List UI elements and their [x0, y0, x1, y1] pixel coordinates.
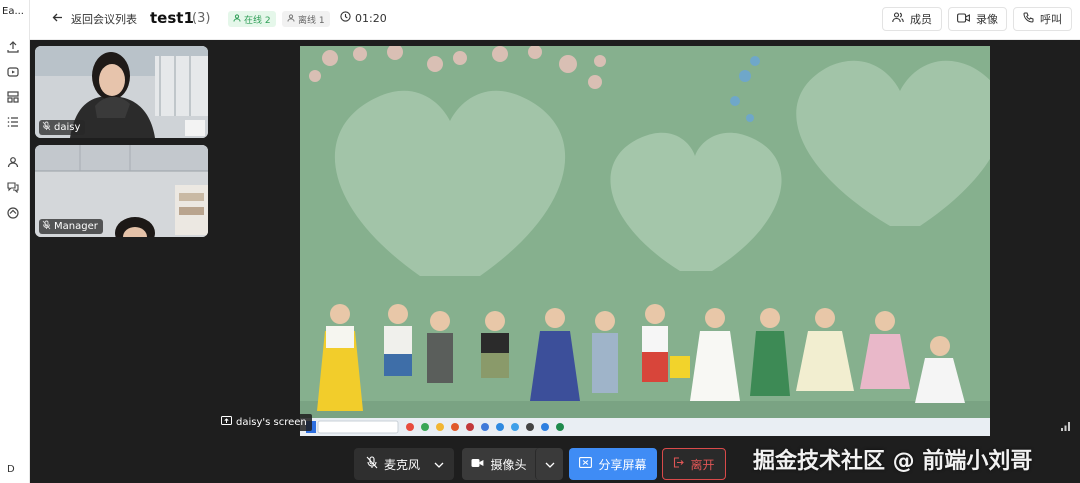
users-icon: [892, 12, 904, 26]
meeting-header: 返回会议列表 test1 (3) 在线 2 离线 1 01:20 成员 录像 呼…: [30, 0, 1080, 40]
mic-muted-icon: [42, 220, 51, 233]
meeting-controls: 麦克风 摄像头 分享屏幕 离开 掘金技术社区 @ 前端小刘哥: [30, 440, 1080, 483]
upload-icon[interactable]: [6, 40, 20, 54]
call-button[interactable]: 呼叫: [1013, 7, 1072, 31]
video-camera-icon: [471, 457, 484, 471]
chevron-down-icon: [434, 457, 444, 471]
app-logo: Ea...: [2, 6, 24, 17]
record-button[interactable]: 录像: [948, 7, 1007, 31]
chevron-down-icon: [545, 457, 555, 471]
share-screen-button[interactable]: 分享屏幕: [569, 448, 657, 480]
participant-tile-manager[interactable]: Manager: [35, 145, 208, 237]
list-icon[interactable]: [6, 115, 20, 129]
mic-muted-icon: [42, 121, 51, 134]
video-camera-icon: [957, 12, 970, 26]
shared-screen-content: [300, 46, 990, 436]
screen-share-label: daisy's screen: [216, 414, 312, 431]
chat-icon[interactable]: [6, 180, 20, 194]
back-to-meeting-list-button[interactable]: 返回会议列表: [52, 11, 137, 27]
watermark-text: 掘金技术社区 @ 前端小刘哥: [753, 449, 1033, 474]
phone-icon: [1023, 12, 1034, 26]
user-icon: [233, 13, 241, 25]
left-rail: Ea... D: [0, 0, 30, 483]
members-button[interactable]: 成员: [882, 7, 942, 31]
user-off-icon: [287, 13, 295, 25]
leave-meeting-button[interactable]: 离开: [662, 448, 726, 480]
participant-count: (3): [192, 11, 211, 26]
mic-muted-icon: [366, 456, 378, 472]
back-label: 返回会议列表: [71, 13, 137, 26]
user-icon[interactable]: [6, 155, 20, 169]
compass-icon[interactable]: [6, 206, 20, 220]
participant-tile-daisy[interactable]: daisy: [35, 46, 208, 138]
signal-strength-icon: [1060, 417, 1072, 436]
offline-badge: 离线 1: [282, 11, 330, 27]
arrow-left-icon: [52, 12, 63, 26]
video-stage: daisy Manager daisy's screen: [30, 40, 1080, 440]
meeting-timer: 01:20: [340, 11, 387, 25]
meeting-title: test1: [150, 9, 194, 27]
microphone-options-button[interactable]: [426, 448, 452, 480]
layout-icon[interactable]: [6, 90, 20, 104]
participant-label: Manager: [39, 219, 103, 234]
clock-icon: [340, 11, 351, 25]
video-icon[interactable]: [6, 65, 20, 79]
camera-options-button[interactable]: [535, 448, 563, 480]
screen-share-icon: [221, 416, 232, 429]
user-avatar[interactable]: D: [7, 464, 15, 475]
participant-label: daisy: [39, 120, 86, 135]
shared-screen: [300, 46, 990, 436]
online-badge: 在线 2: [228, 11, 276, 27]
screen-share-icon: [579, 457, 593, 471]
exit-icon: [673, 457, 685, 471]
